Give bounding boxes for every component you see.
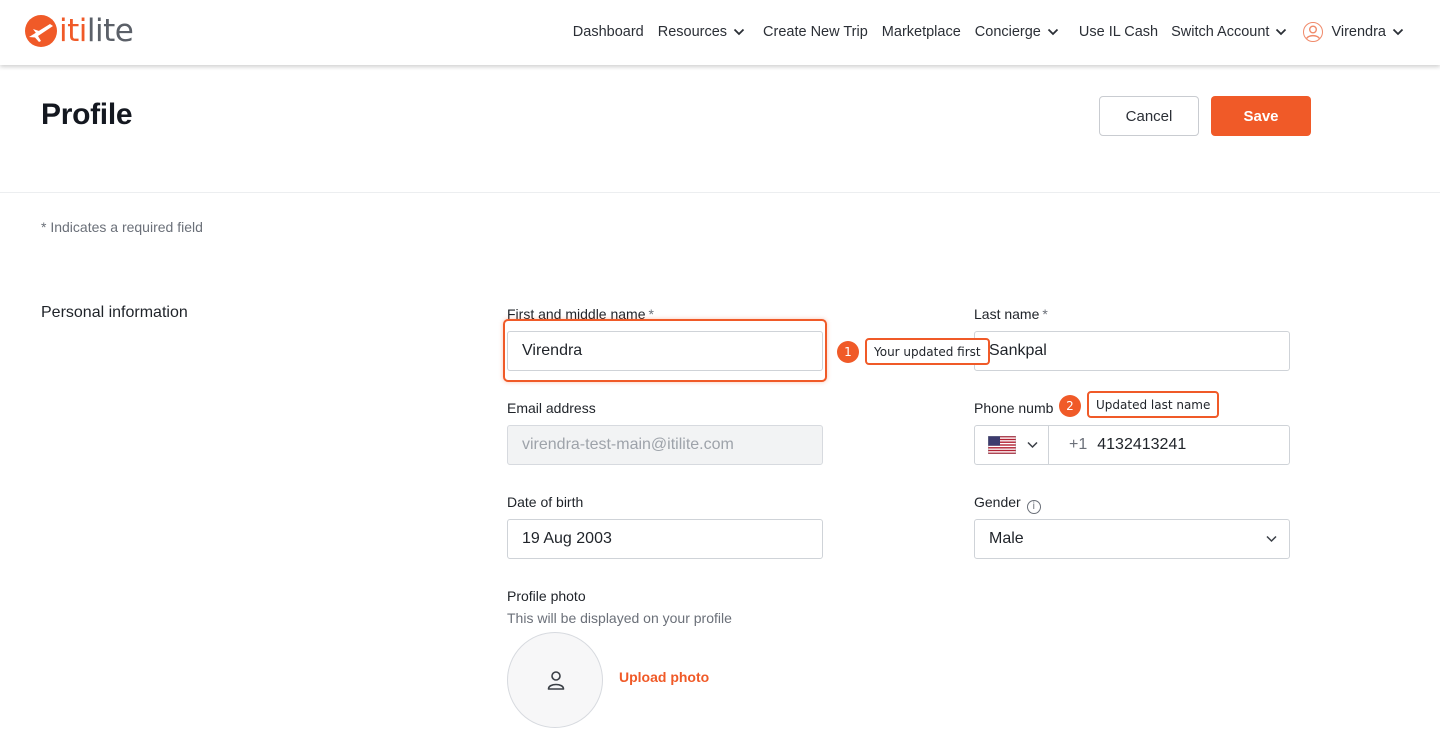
profile-photo-hint: This will be displayed on your profile: [507, 610, 732, 626]
nav-resources-label: Resources: [657, 24, 728, 40]
cancel-button[interactable]: Cancel: [1099, 96, 1199, 136]
info-icon[interactable]: i: [1026, 500, 1041, 514]
nav-create-new-trip[interactable]: Create New Trip: [763, 24, 868, 40]
upload-photo-link[interactable]: Upload photo: [619, 669, 709, 685]
chevron-down-icon: [1276, 28, 1287, 36]
us-flag-icon: [988, 436, 1016, 454]
last-name-label-text: Last name: [974, 306, 1040, 322]
nav-marketplace-label: Marketplace: [881, 24, 961, 40]
user-avatar-icon: [1303, 22, 1324, 42]
nav-dashboard[interactable]: Dashboard: [573, 24, 644, 40]
gender-label: Gender i: [974, 494, 1041, 514]
dob-input[interactable]: 19 Aug 2003: [507, 519, 823, 559]
nav-dashboard-label: Dashboard: [572, 24, 644, 40]
page-title: Profile: [41, 98, 133, 131]
gender-selected-value: Male: [989, 530, 1024, 547]
nav-switch-account[interactable]: Switch Account: [1171, 24, 1287, 40]
chevron-down-icon: [733, 28, 745, 36]
nav-use-il-cash-label: Use IL Cash: [1078, 24, 1159, 40]
section-title-personal-information: Personal information: [41, 304, 188, 321]
nav-marketplace[interactable]: Marketplace: [882, 24, 961, 40]
nav-concierge[interactable]: Concierge: [975, 24, 1059, 40]
top-navigation-bar: itilite Dashboard Resources Create New T…: [0, 0, 1440, 65]
last-name-input[interactable]: Sankpal: [974, 331, 1290, 371]
dob-label: Date of birth: [507, 494, 584, 510]
main-nav: Dashboard Resources Create New Trip Mark…: [573, 0, 1404, 64]
annotation-callout-1: Your updated first: [865, 338, 990, 365]
phone-number-value: 4132413241: [1097, 436, 1187, 453]
phone-label: Phone numb: [974, 400, 1054, 416]
header-divider: [0, 192, 1440, 193]
email-label: Email address: [507, 400, 596, 416]
logo-wordmark: itilite: [59, 13, 134, 49]
nav-create-new-trip-label: Create New Trip: [763, 24, 868, 40]
last-name-label: Last name *: [974, 306, 1048, 322]
chevron-down-icon: [1392, 28, 1404, 36]
profile-photo-label: Profile photo: [507, 588, 586, 604]
annotation-badge-1: 1: [837, 341, 859, 363]
chevron-down-icon: [1266, 535, 1277, 543]
nav-concierge-label: Concierge: [974, 24, 1041, 40]
profile-photo-placeholder[interactable]: [507, 632, 603, 728]
user-menu[interactable]: Virendra: [1303, 22, 1404, 42]
chevron-down-icon: [1047, 28, 1059, 36]
annotation-callout-2: Updated last name: [1087, 391, 1220, 418]
airplane-logo-icon: [25, 15, 57, 47]
annotation-badge-2: 2: [1059, 395, 1081, 417]
nav-switch-account-label: Switch Account: [1171, 24, 1270, 40]
user-placeholder-icon: [547, 671, 565, 690]
phone-field: +1 4132413241: [974, 425, 1290, 465]
chevron-down-icon: [1027, 441, 1038, 449]
required-asterisk: *: [1042, 306, 1048, 322]
itilite-logo[interactable]: itilite: [24, 13, 134, 49]
email-field: virendra-test-main@itilite.com: [507, 425, 823, 465]
user-name: Virendra: [1331, 24, 1386, 40]
save-button[interactable]: Save: [1211, 96, 1311, 136]
phone-dial-code: +1: [1069, 436, 1088, 453]
nav-resources[interactable]: Resources: [658, 24, 745, 40]
required-field-note: * Indicates a required field: [41, 219, 203, 235]
phone-number-input[interactable]: +1 4132413241: [1049, 426, 1186, 464]
nav-use-il-cash[interactable]: Use IL Cash: [1079, 24, 1158, 40]
first-name-input[interactable]: Virendra: [507, 331, 823, 371]
gender-select[interactable]: Male: [974, 519, 1290, 559]
country-code-select[interactable]: [975, 426, 1049, 464]
gender-label-text: Gender: [974, 494, 1021, 510]
